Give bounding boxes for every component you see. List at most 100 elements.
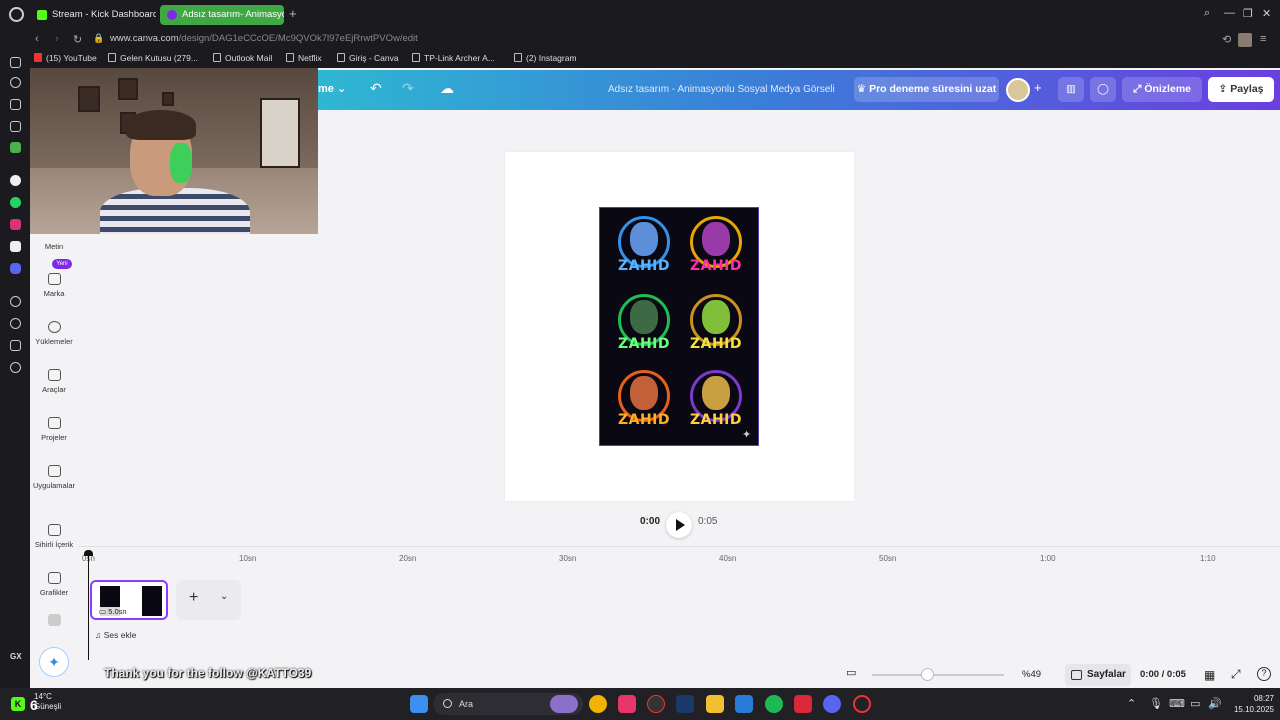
volume-icon[interactable]: 🔊 [1208,697,1222,710]
instagram-icon[interactable] [10,219,21,230]
new-tab-icon[interactable]: + [289,6,297,21]
clock-date: 15.10.2025 [1233,705,1274,714]
url-field[interactable]: www.canva.com/design/DAG1eCCcOE/Mc9QVOk7… [110,33,418,44]
forward-icon[interactable]: › [55,33,59,45]
taskbar-clock[interactable]: 08:27 15.10.2025 [1228,693,1274,715]
logo-lime: ZAHID [686,292,746,360]
keyboard-icon[interactable]: ⌨ [1169,697,1185,710]
redo-icon[interactable]: ↷ [402,80,414,97]
history-icon[interactable] [10,77,21,88]
design-title[interactable]: Adsız tasarım - Animasyonlu Sosyal Medya… [608,84,835,95]
player-icon[interactable] [10,296,21,307]
video-icon: ▭ [99,607,107,616]
pages-button[interactable]: Sayfalar [1065,664,1131,686]
undo-icon[interactable]: ↶ [370,80,382,97]
play-button[interactable] [666,512,692,538]
magic-assistant-button[interactable]: ✦ [39,647,69,677]
chevron-down-icon[interactable]: ⌄ [220,591,228,602]
spotify-icon[interactable] [765,695,783,713]
bookmark-canva[interactable]: Giriş - Canva [337,53,399,63]
home-icon[interactable] [10,57,21,68]
sidebar-item-more[interactable] [30,614,78,630]
preview-button[interactable]: ⤢ Önizleme [1122,77,1202,102]
mic-icon[interactable]: 🎙 [1149,697,1163,710]
cloud-save-icon[interactable]: ☁ [440,80,454,97]
tab-kick-dashboard[interactable]: Stream - Kick Dashboard [30,5,156,25]
grid-view-icon[interactable]: ▦ [1204,668,1215,682]
zoom-slider[interactable] [872,674,1004,676]
pro-trial-button[interactable]: ♛ Pro deneme süresini uzat [854,77,999,102]
minimize-icon[interactable]: — [1224,7,1235,19]
tab-canva-design[interactable]: Adsız tasarım- Animasyonlu [160,5,284,25]
tab-label: Adsız tasarım- Animasyonlu [182,9,284,20]
restore-icon[interactable]: ❐ [1243,7,1253,20]
file-explorer-icon[interactable] [706,695,724,713]
aria-icon[interactable] [10,175,21,186]
file-menu[interactable]: me ⌄ [318,82,346,95]
bookmark-outlook[interactable]: Outlook Mail [213,53,272,63]
page-icon [286,53,294,62]
bag-icon[interactable] [10,99,21,110]
sidebar-item-apps[interactable]: Uygulamalar [30,465,78,490]
m-app-icon[interactable] [10,142,21,153]
settings-icon[interactable] [10,362,21,373]
weather-widget[interactable]: 14°C Güneşli [34,692,61,712]
app-red-icon[interactable] [794,695,812,713]
search-icon[interactable]: ⌕ [1204,7,1210,20]
discord-icon[interactable] [823,695,841,713]
sidebar-item-charts[interactable]: Grafikler [30,572,78,597]
bookmark-inbox[interactable]: Gelen Kutusu (279... [108,53,198,63]
comments-button[interactable]: ◯ [1090,77,1116,102]
sidebar-item-tools[interactable]: Araçlar [30,369,78,394]
bookmark-instagram[interactable]: (2) Instagram [514,53,577,63]
menu-icon[interactable]: ≡ [1260,33,1266,45]
add-audio-button[interactable]: ♫ Ses ekle [95,630,136,640]
add-page-button[interactable]: + ⌄ [176,580,241,620]
sidebar-item-text[interactable]: Metin [30,242,78,251]
opera-gx-icon[interactable] [647,695,665,713]
timeline-tick: 50sn [879,554,897,563]
sidebar-item-magic[interactable]: Sihirli İçerik [30,524,78,549]
bookmark-netflix[interactable]: Netflix [286,53,322,63]
vscode-icon[interactable] [735,695,753,713]
close-icon[interactable]: ✕ [1262,7,1271,20]
opera-logo-icon[interactable] [9,7,24,22]
sidebar-item-brand[interactable]: Marka [30,273,78,298]
insights-button[interactable]: ▥ [1058,77,1084,102]
steam-icon[interactable] [676,695,694,713]
clock-icon[interactable] [10,318,21,329]
reload-icon[interactable]: ↻ [73,33,82,46]
sidebar-item-projects[interactable]: Projeler [30,417,78,442]
timeline-tick: 1:10 [1200,554,1216,563]
profile-avatar[interactable] [1238,33,1252,47]
opera-icon[interactable] [853,695,871,713]
bookmark-tplink[interactable]: TP-Link Archer A... [412,53,495,63]
capcut-icon[interactable] [618,695,636,713]
add-collaborator-icon[interactable]: + [1034,80,1042,95]
monitor-icon[interactable]: ▭ [1190,697,1200,710]
windows-start-icon[interactable] [410,695,428,713]
share-button[interactable]: ⇪ Paylaş [1208,77,1274,102]
fullscreen-icon[interactable]: ⤢ [1231,667,1241,682]
back-icon[interactable]: ‹ [35,33,39,45]
bookmark-youtube[interactable]: (15) YouTube [34,53,97,63]
help-icon[interactable]: ? [1257,667,1271,681]
tiktok-icon[interactable] [10,241,21,252]
page-icon [514,53,522,62]
sidebar-item-uploads[interactable]: Yüklemeler [30,321,78,346]
whatsapp-icon[interactable] [10,197,21,208]
timeline-clip[interactable]: ▭ 5.0sn [90,580,168,620]
zoom-level[interactable]: %49 [1022,669,1041,680]
tray-chevron-icon[interactable]: ⌃ [1127,697,1136,710]
screen: Stream - Kick Dashboard Adsız tasarım- A… [0,0,1280,720]
design-image[interactable]: ZAHID ZAHID ZAHID ZAHID ZAHID ZAHID [599,207,759,446]
discord-icon[interactable] [10,263,21,274]
avatar[interactable] [1006,78,1030,102]
playhead[interactable] [84,550,93,660]
chrome-icon[interactable] [589,695,607,713]
bookmark-icon[interactable] [10,121,21,132]
snapshot-icon[interactable]: ⟲ [1222,33,1231,46]
extensions-icon[interactable] [10,340,21,351]
zoom-slider-handle[interactable] [921,668,934,681]
notes-icon[interactable]: ▭ [846,666,856,679]
